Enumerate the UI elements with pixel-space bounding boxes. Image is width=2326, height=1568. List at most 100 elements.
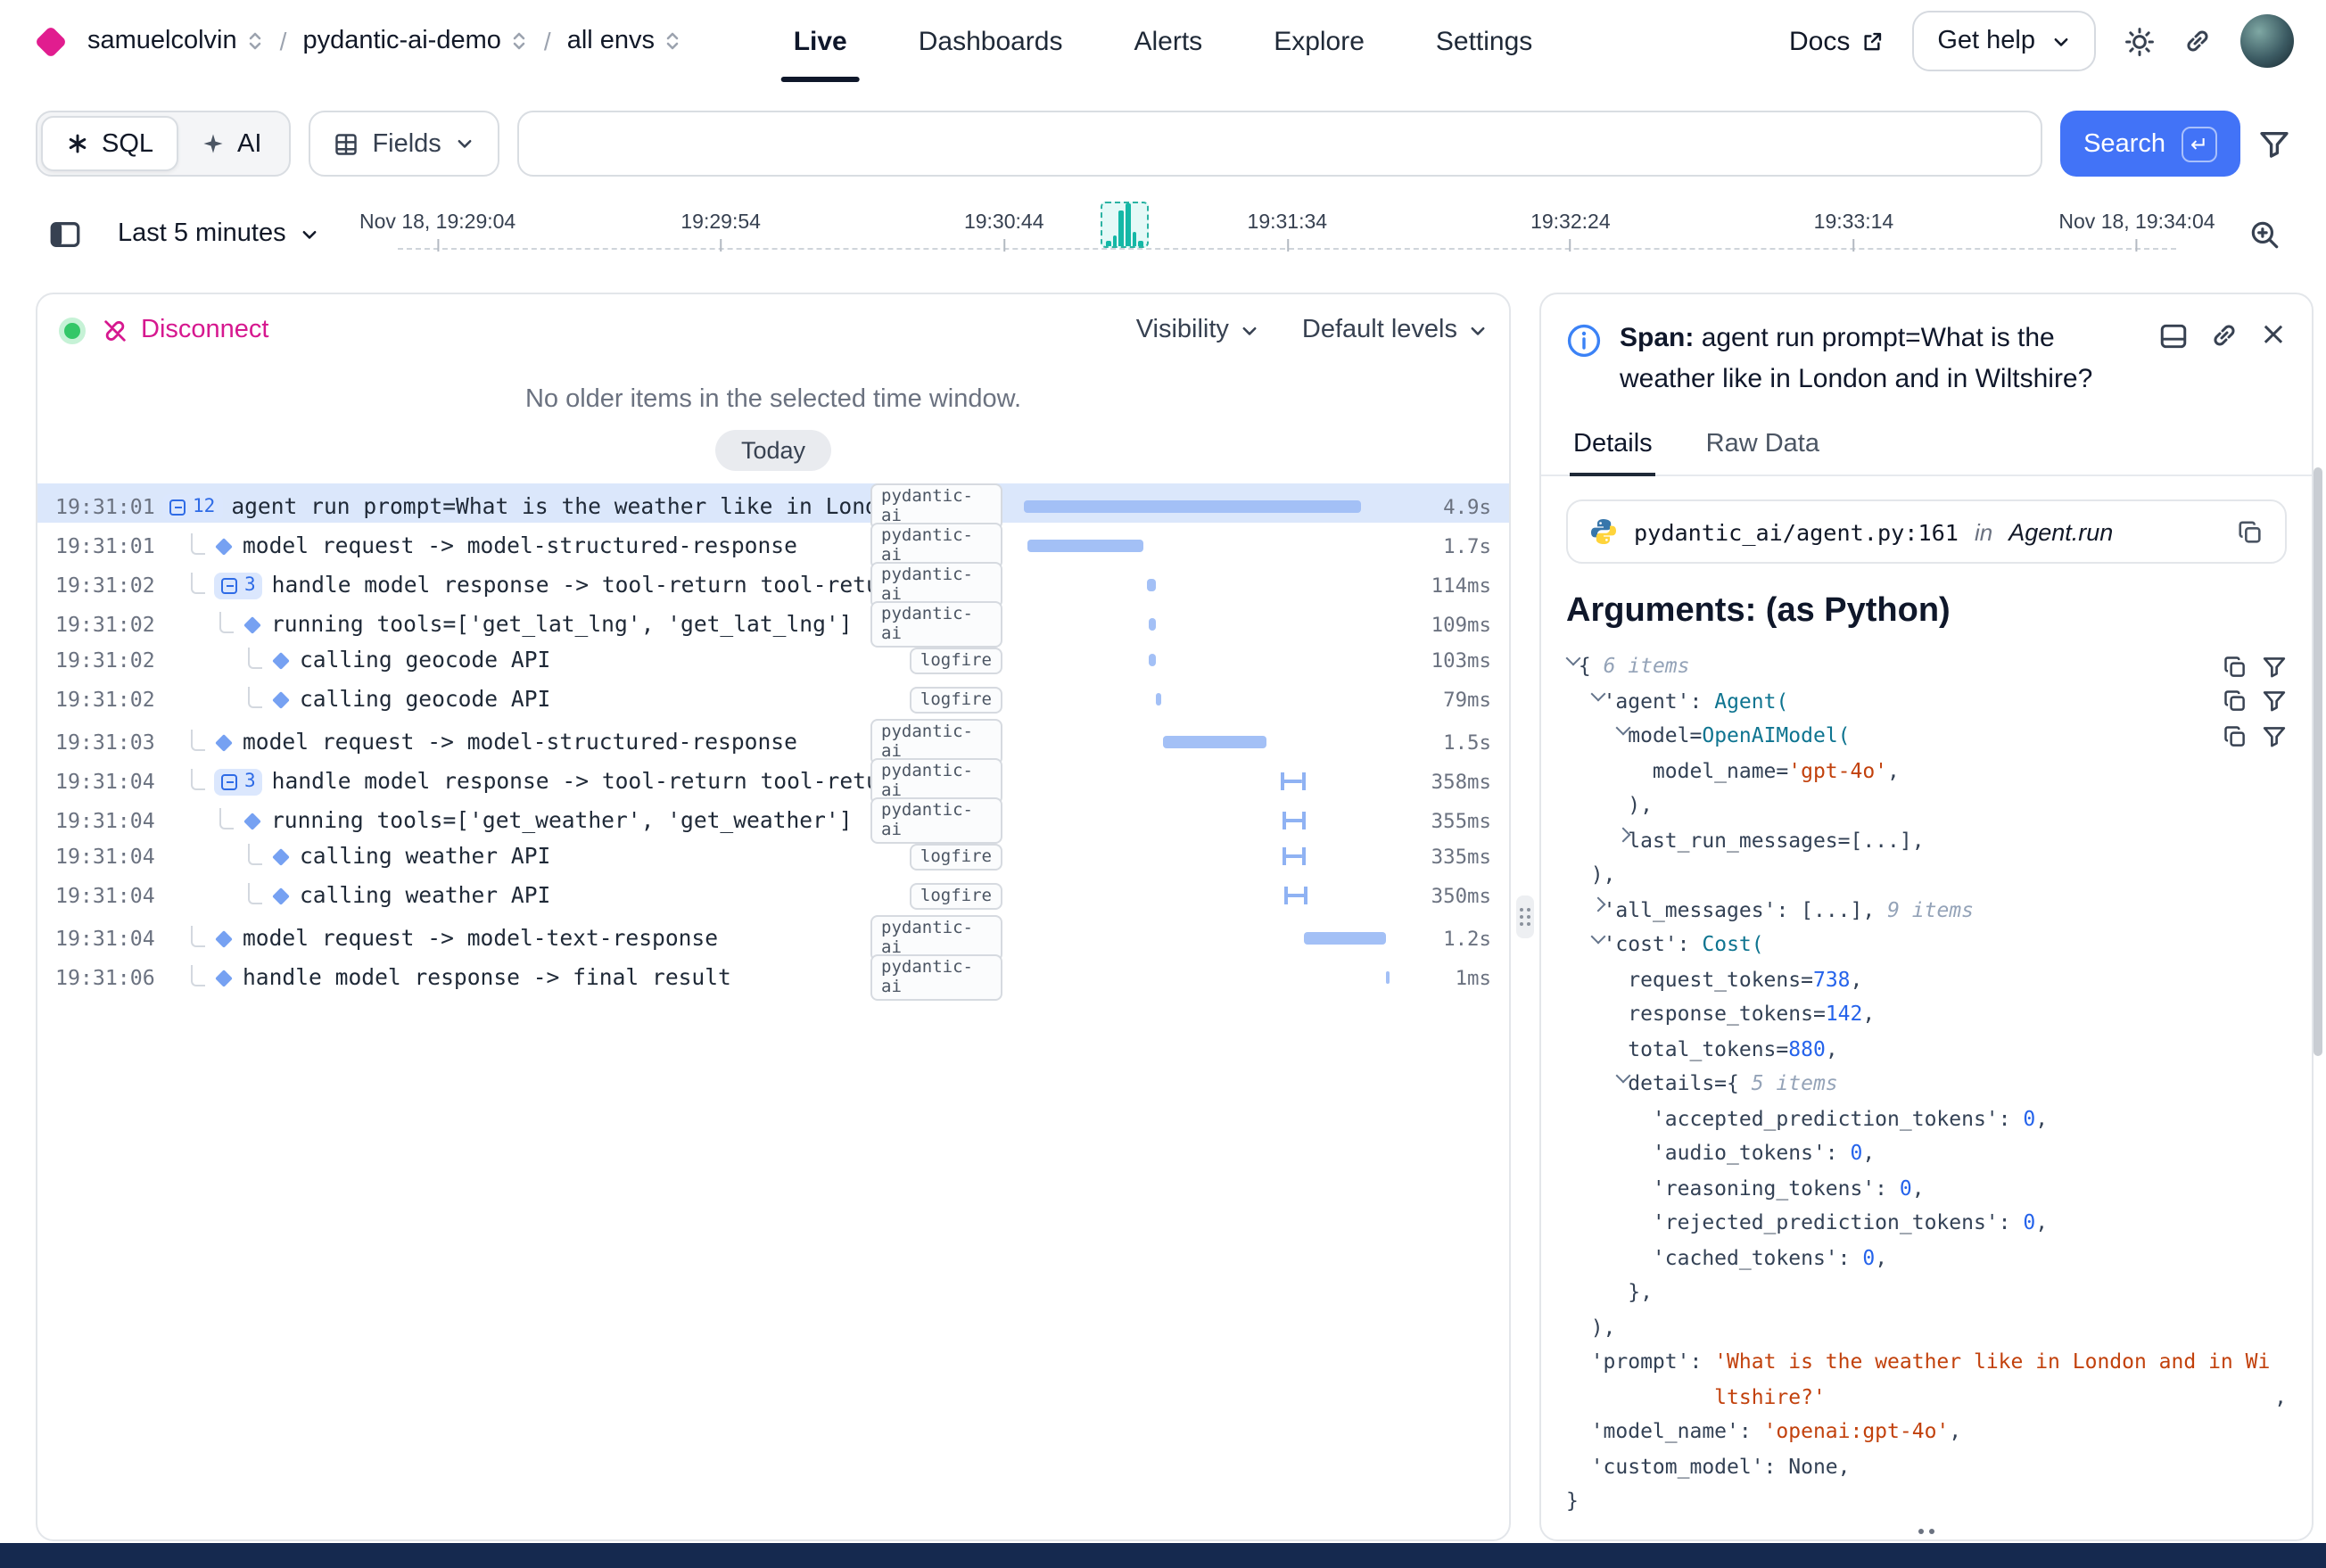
logfire-logo-icon[interactable] (35, 25, 68, 58)
histogram-bar (1106, 241, 1110, 246)
duration-bar (1283, 812, 1307, 829)
docs-link[interactable]: Docs (1789, 26, 1884, 56)
zoom-in-button[interactable] (2237, 207, 2290, 260)
row-bar-track (1020, 640, 1395, 680)
main-nav: Live Dashboards Alerts Explore Settings (794, 0, 1533, 82)
user-avatar[interactable] (2240, 14, 2294, 68)
copy-value-button[interactable] (2223, 724, 2248, 749)
copy-source-button[interactable] (2237, 518, 2264, 545)
sun-icon (2124, 26, 2155, 56)
timeline[interactable]: Nov 18, 19:29:0419:29:5419:30:4419:31:34… (345, 202, 2230, 266)
trace-row[interactable]: 19:31:02calling geocode APIlogfire103ms (37, 640, 1509, 680)
detail-tab-raw-data[interactable]: Raw Data (1703, 421, 1823, 475)
collapse-chevron-icon[interactable] (1566, 649, 1579, 667)
detail-tabs: Details Raw Data (1541, 410, 2312, 476)
bottom-drawer-bar[interactable] (0, 1543, 2326, 1568)
code-actions (2223, 649, 2287, 754)
filter-button[interactable] (2258, 128, 2290, 160)
breadcrumb-separator: / (280, 27, 287, 55)
trace-row[interactable]: 19:31:04calling weather APIlogfire350ms (37, 876, 1509, 915)
span-detail-panel: Span: agent run prompt=What is the weath… (1539, 293, 2314, 1541)
close-panel-button[interactable]: × (2260, 319, 2287, 351)
duration-bar (1283, 887, 1307, 904)
duration-bar (1283, 847, 1306, 865)
expand-chevron-icon[interactable] (1615, 823, 1628, 841)
get-help-button[interactable]: Get help (1912, 11, 2096, 71)
timeline-tick-mark (720, 239, 722, 252)
timeline-selection-histogram[interactable] (1101, 202, 1149, 248)
trace-row[interactable]: 19:31:04calling weather APIlogfire335ms (37, 837, 1509, 876)
code-line: request_tokens=738, (1566, 962, 2287, 997)
span-label: model request -> model-structured-respon… (243, 533, 797, 558)
project-switcher[interactable]: pydantic-ai-demo (302, 27, 527, 55)
nav-tab-live[interactable]: Live (794, 0, 847, 82)
trace-panel-controls: Visibility Default levels (1136, 316, 1488, 344)
trace-list: No older items in the selected time wind… (37, 366, 1509, 1539)
splitter-grip[interactable] (1516, 895, 1534, 938)
default-levels-dropdown[interactable]: Default levels (1302, 316, 1488, 344)
link-icon (2183, 27, 2212, 55)
disconnect-button[interactable]: Disconnect (102, 316, 268, 344)
time-range-dropdown[interactable]: Last 5 minutes (100, 219, 338, 248)
copy-value-button[interactable] (2223, 655, 2248, 680)
expand-chevron-icon[interactable] (1591, 893, 1604, 911)
filter-value-button[interactable] (2262, 724, 2287, 749)
org-switcher[interactable]: samuelcolvin (87, 27, 264, 55)
search-query-input[interactable] (518, 111, 2042, 177)
nav-tab-alerts[interactable]: Alerts (1134, 0, 1203, 82)
collapse-chevron-icon[interactable] (1615, 1067, 1628, 1085)
trace-row[interactable]: 19:31:0112agent run prompt=What is the w… (37, 483, 1509, 523)
collapse-toggle[interactable]: 3 (214, 768, 263, 795)
code-line: ltshire?', (1566, 1380, 2287, 1415)
trace-row[interactable]: 19:31:02running tools=['get_lat_lng', 'g… (37, 601, 1509, 640)
collapse-chevron-icon[interactable] (1591, 928, 1604, 945)
fields-dropdown[interactable]: Fields (308, 111, 499, 177)
trace-row[interactable]: 19:31:02calling geocode APIlogfire79ms (37, 680, 1509, 719)
nav-tab-settings[interactable]: Settings (1436, 0, 1532, 82)
ai-mode-button[interactable]: AI (178, 116, 285, 171)
trace-row[interactable]: 19:31:03model request -> model-structure… (37, 719, 1509, 758)
search-button[interactable]: Search ↵ (2060, 111, 2240, 177)
span-label: running tools=['get_lat_lng', 'get_lat_l… (271, 612, 853, 637)
page-scrollbar[interactable] (2314, 467, 2322, 1056)
copy-value-button[interactable] (2223, 689, 2248, 714)
row-duration: 1ms (1413, 966, 1509, 989)
visibility-dropdown[interactable]: Visibility (1136, 316, 1259, 344)
collapse-toggle[interactable]: 3 (214, 572, 263, 598)
trace-row[interactable]: 19:31:04running tools=['get_weather', 'g… (37, 797, 1509, 837)
sql-mode-button[interactable]: SQL (41, 116, 178, 171)
filter-value-button[interactable] (2262, 655, 2287, 680)
detail-resize-grip[interactable] (1918, 1529, 1934, 1534)
env-switcher[interactable]: all envs (567, 27, 681, 55)
detail-tab-details[interactable]: Details (1570, 421, 1656, 475)
trace-row[interactable]: 19:31:043handle model response -> tool-r… (37, 758, 1509, 797)
timeline-tick: 19:30:44 (964, 212, 1044, 252)
span-label: handle model response -> tool-return too… (272, 573, 870, 598)
trace-row[interactable]: 19:31:01model request -> model-structure… (37, 523, 1509, 562)
theme-toggle-button[interactable] (2124, 26, 2155, 56)
panel-splitter[interactable] (1511, 293, 1539, 1541)
row-timestamp: 19:31:06 (37, 965, 162, 990)
tree-connector (248, 687, 262, 708)
code-line: 'accepted_prediction_tokens': 0, (1566, 1102, 2287, 1136)
top-header: samuelcolvin / pydantic-ai-demo / all en… (0, 0, 2326, 82)
share-link-button[interactable] (2183, 27, 2212, 55)
timeline-tick-label: Nov 18, 19:29:04 (359, 212, 516, 234)
copy-span-link-button[interactable] (2210, 321, 2239, 350)
nav-tab-dashboards[interactable]: Dashboards (919, 0, 1063, 82)
collapse-chevron-icon[interactable] (1591, 684, 1604, 702)
today-pill[interactable]: Today (716, 430, 830, 471)
dock-panel-button[interactable] (2158, 320, 2189, 351)
filter-value-button[interactable] (2262, 689, 2287, 714)
code-line: model=OpenAIModel( (1566, 719, 2287, 754)
trace-row[interactable]: 19:31:04model request -> model-text-resp… (37, 915, 1509, 954)
collapse-toggle[interactable]: 12 (162, 493, 222, 520)
query-mode-switch: SQL AI (36, 111, 290, 177)
chevron-down-icon (1468, 320, 1488, 340)
code-source-chip[interactable]: pydantic_ai/agent.py:161 in Agent.run (1566, 499, 2287, 564)
trace-row[interactable]: 19:31:023handle model response -> tool-r… (37, 562, 1509, 601)
collapse-chevron-icon[interactable] (1615, 719, 1628, 737)
trace-row[interactable]: 19:31:06handle model response -> final r… (37, 954, 1509, 994)
sidebar-toggle-button[interactable] (36, 207, 93, 260)
nav-tab-explore[interactable]: Explore (1274, 0, 1365, 82)
